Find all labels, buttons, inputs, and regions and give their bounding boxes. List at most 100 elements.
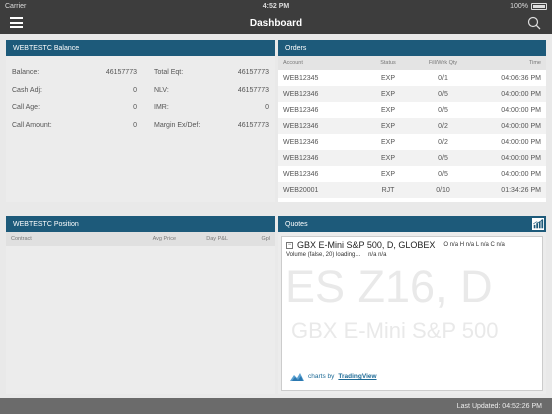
- call-amount-value: 0: [133, 121, 137, 129]
- cell-fill: 0/1: [438, 74, 448, 82]
- call-age-label: Call Age:: [12, 104, 41, 112]
- nav-bar: Dashboard: [0, 12, 552, 34]
- quotes-title: Quotes: [285, 220, 308, 228]
- position-header: WEBTESTC Position: [6, 216, 275, 232]
- cell-time: 04:00:00 PM: [501, 90, 541, 98]
- quote-chart[interactable]: ES Z16, D GBX E-Mini S&P 500 − GBX E-Min…: [281, 236, 543, 391]
- total-eqt-value: 46157773: [237, 69, 269, 77]
- volume-row: Volume (false, 20) loading... n/a n/a: [282, 250, 542, 260]
- cell-time: 01:34:26 PM: [501, 186, 541, 194]
- cell-fill: 0/5: [438, 154, 448, 162]
- table-row[interactable]: WEB12346 EXP 0/5 04:00:00 PM: [278, 102, 546, 118]
- balance-header: WEBTESTC Balance: [6, 40, 275, 56]
- column-contract[interactable]: Contract: [11, 236, 124, 242]
- hamburger-menu-icon[interactable]: [10, 17, 23, 28]
- bar-chart-icon[interactable]: [531, 217, 545, 231]
- watermark-name: GBX E-Mini S&P 500: [291, 318, 499, 343]
- cell-fill: 0/10: [436, 186, 450, 194]
- balance-label: Balance:: [12, 69, 40, 77]
- cash-adj-value: 0: [133, 86, 137, 94]
- cell-account: WEB12346: [283, 154, 319, 162]
- table-row[interactable]: WEB12346 EXP 0/2 04:00:00 PM: [278, 118, 546, 134]
- cell-fill: 0/2: [438, 122, 448, 130]
- cell-time: 04:06:36 PM: [501, 74, 541, 82]
- cell-status: EXP: [380, 122, 395, 130]
- cell-account: WEB12345: [283, 74, 319, 82]
- balance-value: 46157773: [105, 69, 137, 77]
- cell-time: 04:00:00 PM: [501, 122, 541, 130]
- cash-adj-label: Cash Adj:: [12, 86, 42, 94]
- charts-by-label: charts by: [308, 373, 335, 380]
- nlv-value: 46157773: [237, 86, 269, 94]
- cell-time: 04:00:00 PM: [501, 106, 541, 114]
- orders-header: Orders: [278, 40, 546, 56]
- cell-status: EXP: [380, 138, 395, 146]
- imr-label: IMR:: [154, 104, 169, 112]
- cell-fill: 0/5: [438, 90, 448, 98]
- cell-fill: 0/5: [438, 106, 448, 114]
- table-row[interactable]: WEB12346 EXP 0/5 04:00:00 PM: [278, 166, 546, 182]
- page-title: Dashboard: [249, 17, 303, 29]
- volume-value: n/a n/a: [368, 252, 387, 258]
- balance-row: Call Amount: 0 Margin Ex/Def: 46157773: [12, 117, 269, 135]
- cell-status: EXP: [380, 106, 395, 114]
- balance-row: Call Age: 0 IMR: 0: [12, 99, 269, 117]
- cell-time: 04:00:00 PM: [501, 138, 541, 146]
- carrier-label: Carrier: [5, 2, 27, 10]
- volume-label: Volume (false, 20) loading...: [286, 252, 361, 258]
- cell-time: 04:00:00 PM: [501, 170, 541, 178]
- column-status[interactable]: Status: [363, 60, 413, 66]
- table-row[interactable]: WEB12346 EXP 0/5 04:00:00 PM: [278, 86, 546, 102]
- status-bar: Carrier 4:52 PM 100%: [0, 0, 552, 12]
- orders-table-body: WEB12345 EXP 0/1 04:06:36 PM WEB12346 EX…: [278, 70, 546, 198]
- watermark-symbol: ES Z16, D: [285, 261, 493, 312]
- cell-account: WEB12346: [283, 138, 319, 146]
- orders-panel: Orders Account Status Fill/Wrk Qty Time …: [278, 40, 546, 202]
- battery-percent: 100%: [510, 2, 529, 10]
- collapse-icon[interactable]: −: [286, 241, 293, 249]
- column-gpl[interactable]: Gpl: [228, 236, 270, 242]
- cell-account: WEB12346: [283, 106, 319, 114]
- total-eqt-label: Total Eqt:: [154, 69, 184, 77]
- column-time[interactable]: Time: [473, 60, 541, 66]
- tradingview-logo-icon: [290, 373, 304, 381]
- table-row[interactable]: WEB12345 EXP 0/1 04:06:36 PM: [278, 70, 546, 86]
- call-age-value: 0: [133, 104, 137, 112]
- tradingview-link[interactable]: TradingView: [338, 373, 376, 380]
- cell-account: WEB12346: [283, 90, 319, 98]
- column-avg-price[interactable]: Avg Price: [124, 236, 176, 242]
- margin-label: Margin Ex/Def:: [154, 121, 201, 129]
- orders-title: Orders: [285, 44, 307, 52]
- footer-bar: Last Updated: 04:52:26 PM: [0, 398, 552, 414]
- position-title: WEBTESTC Position: [13, 220, 79, 228]
- balance-panel: WEBTESTC Balance Balance: 46157773 Total…: [6, 40, 275, 202]
- cell-status: EXP: [380, 154, 395, 162]
- position-table-header: Contract Avg Price Day P&L Gpl: [6, 232, 275, 246]
- cell-status: EXP: [380, 74, 395, 82]
- cell-fill: 0/2: [438, 138, 448, 146]
- table-row[interactable]: WEB20001 RJT 0/10 01:34:26 PM: [278, 182, 546, 198]
- table-row[interactable]: WEB12346 EXP 0/2 04:00:00 PM: [278, 134, 546, 150]
- last-updated: Last Updated: 04:52:26 PM: [456, 402, 542, 410]
- balance-row: Cash Adj: 0 NLV: 46157773: [12, 82, 269, 100]
- balance-row: Balance: 46157773 Total Eqt: 46157773: [12, 64, 269, 82]
- balance-title: WEBTESTC Balance: [13, 44, 80, 52]
- margin-value: 46157773: [237, 121, 269, 129]
- column-account[interactable]: Account: [283, 60, 363, 66]
- column-day-pnl[interactable]: Day P&L: [176, 236, 228, 242]
- call-amount-label: Call Amount:: [12, 121, 52, 129]
- cell-status: RJT: [381, 186, 395, 194]
- column-fill[interactable]: Fill/Wrk Qty: [413, 60, 473, 66]
- position-panel: WEBTESTC Position Contract Avg Price Day…: [6, 216, 275, 394]
- symbol-title: GBX E-Mini S&P 500, D, GLOBEX: [297, 240, 436, 250]
- cell-account: WEB12346: [283, 170, 319, 178]
- cell-fill: 0/5: [438, 170, 448, 178]
- cell-account: WEB20001: [283, 186, 319, 194]
- clock: 4:52 PM: [262, 2, 290, 10]
- battery-indicator: 100%: [366, 2, 548, 10]
- search-icon[interactable]: [527, 16, 541, 30]
- nlv-label: NLV:: [154, 86, 169, 94]
- orders-table-header: Account Status Fill/Wrk Qty Time: [278, 56, 546, 70]
- battery-icon: [531, 2, 548, 10]
- table-row[interactable]: WEB12346 EXP 0/5 04:00:00 PM: [278, 150, 546, 166]
